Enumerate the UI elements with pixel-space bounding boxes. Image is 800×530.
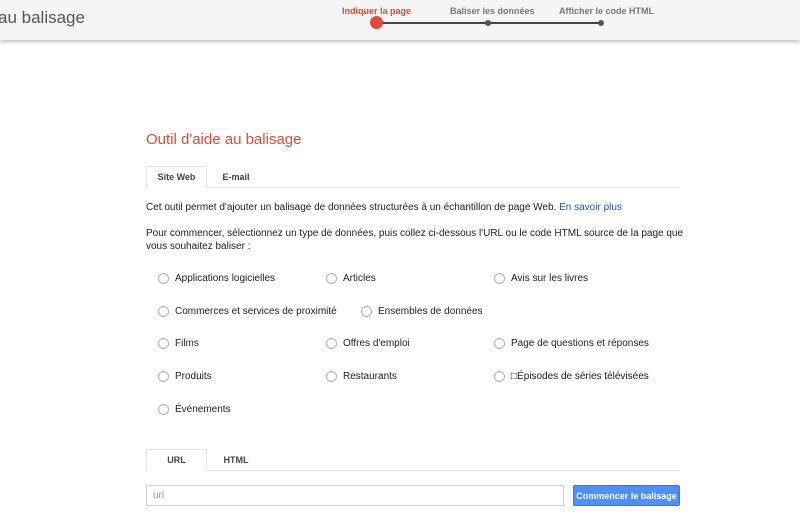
tab-url[interactable]: URL	[146, 449, 207, 471]
radio-button[interactable]	[494, 371, 505, 382]
option-films[interactable]: Films	[158, 338, 199, 349]
option-ensembles-de-donnees[interactable]: Ensembles de données	[361, 306, 483, 317]
option-episodes-series-televisees[interactable]: □Épisodes de séries télévisées	[494, 371, 649, 382]
top-header: au balisage Indiquer la page Baliser les…	[0, 0, 800, 40]
url-input[interactable]	[146, 485, 564, 506]
instruction-text: Pour commencer, sélectionnez un type de …	[146, 228, 684, 252]
radio-button[interactable]	[158, 338, 169, 349]
step-dot-active-icon	[370, 16, 383, 29]
radio-button[interactable]	[158, 371, 169, 382]
option-evenements[interactable]: Événements	[158, 404, 231, 415]
source-tabs: Site Web E-mail	[146, 166, 680, 188]
radio-button[interactable]	[361, 306, 372, 317]
app-title: au balisage	[0, 8, 85, 27]
option-avis-sur-les-livres[interactable]: Avis sur les livres	[494, 273, 588, 284]
radio-button[interactable]	[326, 273, 337, 284]
radio-button[interactable]	[494, 338, 505, 349]
option-produits[interactable]: Produits	[158, 371, 212, 382]
step-dot-icon	[598, 20, 604, 26]
option-commerces-et-services[interactable]: Commerces et services de proximité	[158, 306, 337, 317]
radio-button[interactable]	[326, 371, 337, 382]
page-title: Outil d'aide au balisage	[146, 131, 302, 148]
option-restaurants[interactable]: Restaurants	[326, 371, 397, 382]
step-indiquer-la-page[interactable]: Indiquer la page	[342, 6, 411, 16]
tab-site-web[interactable]: Site Web	[146, 166, 207, 188]
start-markup-button[interactable]: Commencer le balisage	[573, 485, 680, 506]
step-baliser-les-donnees[interactable]: Baliser les données	[450, 6, 535, 16]
intro-text: Cet outil permet d'ajouter un balisage d…	[146, 202, 557, 213]
radio-button[interactable]	[158, 404, 169, 415]
intro-paragraph: Cet outil permet d'ajouter un balisage d…	[146, 201, 686, 214]
option-offres-d-emploi[interactable]: Offres d'emploi	[326, 338, 410, 349]
tab-html[interactable]: HTML	[208, 449, 264, 471]
radio-button[interactable]	[326, 338, 337, 349]
step-dot-icon	[485, 20, 491, 26]
radio-button[interactable]	[494, 273, 505, 284]
radio-button[interactable]	[158, 306, 169, 317]
learn-more-link[interactable]: En savoir plus	[559, 202, 622, 213]
input-tabs: URL HTML	[146, 449, 680, 471]
radio-button[interactable]	[158, 273, 169, 284]
option-applications-logicielles[interactable]: Applications logicielles	[158, 273, 275, 284]
progress-stepper: Indiquer la page Baliser les données Aff…	[340, 0, 660, 40]
option-page-questions-reponses[interactable]: Page de questions et réponses	[494, 338, 649, 349]
tab-email[interactable]: E-mail	[208, 166, 264, 188]
step-afficher-le-code-html[interactable]: Afficher le code HTML	[559, 6, 654, 16]
option-articles[interactable]: Articles	[326, 273, 376, 284]
